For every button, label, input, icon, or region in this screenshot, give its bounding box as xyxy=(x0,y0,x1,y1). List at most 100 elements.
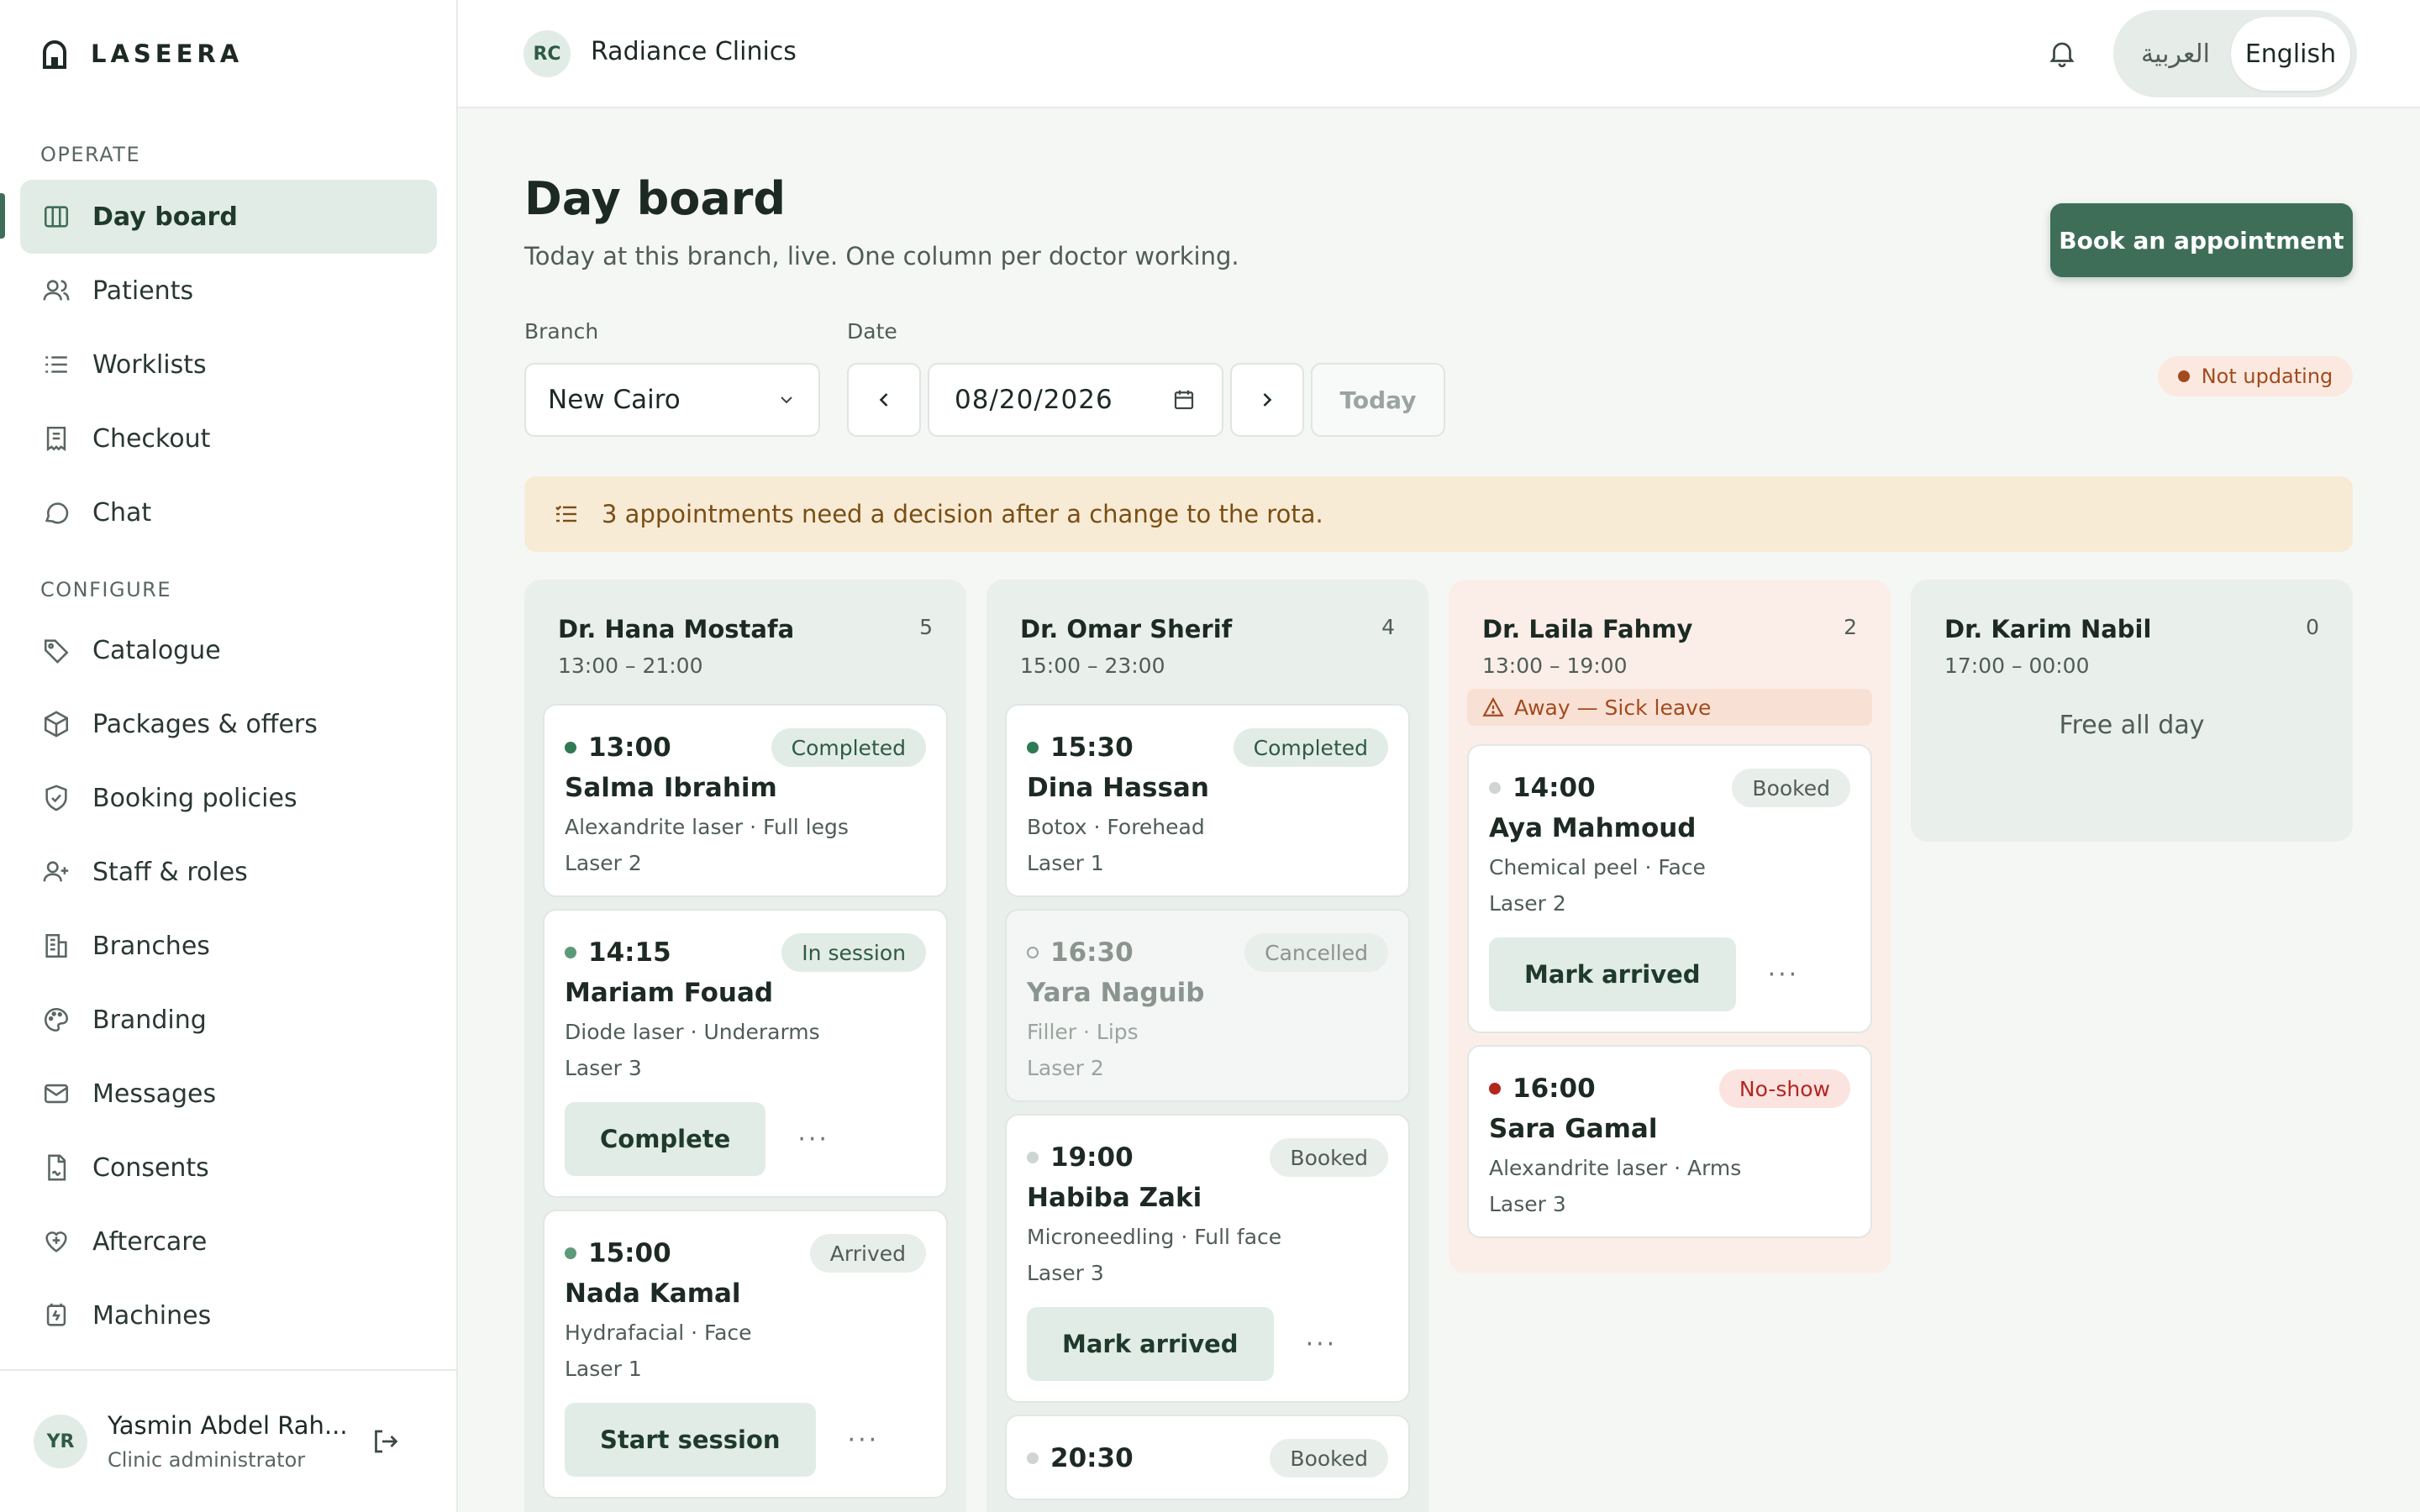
free-all-day-text: Free all day xyxy=(2059,710,2205,740)
calendar-icon[interactable] xyxy=(1171,387,1197,412)
nav-item-packages[interactable]: Packages & offers xyxy=(20,687,437,761)
doctor-column: Dr. Karim Nabil 0 17:00 – 00:00 Free all… xyxy=(1911,580,2353,842)
nav-item-worklists[interactable]: Worklists xyxy=(20,328,437,402)
book-appointment-button[interactable]: Book an appointment xyxy=(2050,203,2353,277)
patient-name: Dina Hassan xyxy=(1027,773,1209,803)
appointment-time: 15:00 xyxy=(588,1238,671,1268)
nav-item-checkout[interactable]: Checkout xyxy=(20,402,437,475)
appointment-card[interactable]: 14:00 Booked Aya Mahmoud Chemical peel ·… xyxy=(1467,744,1872,1033)
nav-label: Staff & roles xyxy=(92,857,248,887)
lang-arabic-button[interactable]: العربية xyxy=(2120,17,2231,91)
package-icon xyxy=(44,711,69,738)
complete-button[interactable]: Complete xyxy=(565,1102,766,1176)
nav-label: Catalogue xyxy=(92,635,221,665)
appointment-time: 13:00 xyxy=(588,732,671,763)
receipt-icon xyxy=(46,426,66,452)
heart-care-icon xyxy=(45,1231,67,1252)
procedure: Chemical peel · Face xyxy=(1489,855,1706,879)
previous-day-button[interactable] xyxy=(847,363,921,437)
appointment-card[interactable]: 16:30 Cancelled Yara Naguib Filler · Lip… xyxy=(1005,909,1410,1102)
nav-item-catalogue[interactable]: Catalogue xyxy=(20,613,437,687)
doctor-header: Dr. Laila Fahmy 2 13:00 – 19:00 xyxy=(1467,580,1872,704)
appointment-card[interactable]: 14:15 In session Mariam Fouad Diode lase… xyxy=(543,909,948,1198)
room: Laser 2 xyxy=(565,851,642,875)
logout-icon[interactable] xyxy=(370,1426,400,1457)
app-logo[interactable]: LASEERA xyxy=(40,37,243,71)
status-badge: Booked xyxy=(1270,1439,1388,1478)
doctor-header: Dr. Hana Mostafa 5 13:00 – 21:00 xyxy=(543,580,948,704)
user-plus-icon xyxy=(43,861,69,882)
nav-item-aftercare[interactable]: Aftercare xyxy=(20,1205,437,1278)
users-icon xyxy=(43,280,70,301)
logo-text: LASEERA xyxy=(91,39,244,68)
start-session-button[interactable]: Start session xyxy=(565,1403,816,1477)
chat-icon xyxy=(45,502,69,524)
nav-item-chat[interactable]: Chat xyxy=(20,475,437,549)
procedure: Alexandrite laser · Arms xyxy=(1489,1156,1742,1180)
more-options-icon[interactable]: ··· xyxy=(1768,960,1800,990)
nav-label: Branding xyxy=(92,1005,207,1035)
status-dot xyxy=(1027,742,1039,753)
appointment-card[interactable]: 19:00 Booked Habiba Zaki Microneedling ·… xyxy=(1005,1114,1410,1403)
appointment-card[interactable]: 13:00 Completed Salma Ibrahim Alexandrit… xyxy=(543,704,948,897)
room: Laser 1 xyxy=(1027,851,1104,875)
nav-item-branches[interactable]: Branches xyxy=(20,909,437,983)
away-text: Away — Sick leave xyxy=(1514,695,1712,720)
status-badge: No-show xyxy=(1718,1069,1850,1108)
nav-item-branding[interactable]: Branding xyxy=(20,983,437,1057)
mail-icon xyxy=(44,1084,69,1104)
lang-english-button[interactable]: English xyxy=(2231,17,2350,91)
date-value: 08/20/2026 xyxy=(955,385,1113,415)
user-avatar[interactable]: YR xyxy=(34,1415,87,1468)
nav-item-messages[interactable]: Messages xyxy=(20,1057,437,1131)
status-dot xyxy=(565,742,576,753)
room: Laser 2 xyxy=(1027,1056,1104,1080)
nav-label: Booking policies xyxy=(92,783,297,813)
procedure: Filler · Lips xyxy=(1027,1020,1139,1044)
more-options-icon[interactable]: ··· xyxy=(848,1425,880,1455)
bell-icon[interactable] xyxy=(2046,37,2078,69)
more-options-icon[interactable]: ··· xyxy=(1306,1330,1338,1359)
mark-arrived-button[interactable]: Mark arrived xyxy=(1027,1307,1274,1381)
chevron-left-icon xyxy=(879,393,888,407)
nav-label: Packages & offers xyxy=(92,709,318,739)
status-dot xyxy=(1027,1152,1039,1163)
appointment-card[interactable]: 15:30 Completed Dina Hassan Botox · Fore… xyxy=(1005,704,1410,897)
next-day-button[interactable] xyxy=(1230,363,1304,437)
status-dot xyxy=(1489,782,1501,794)
rota-change-banner[interactable]: 3 appointments need a decision after a c… xyxy=(524,476,2353,552)
nav-label: Messages xyxy=(92,1079,217,1109)
appointment-card[interactable]: 20:30 Booked xyxy=(1005,1415,1410,1500)
appointment-card[interactable]: 16:00 No-show Sara Gamal Alexandrite las… xyxy=(1467,1045,1872,1238)
room: Laser 2 xyxy=(1489,891,1566,916)
nav-label: Branches xyxy=(92,931,210,961)
doctor-header: Dr. Karim Nabil 0 17:00 – 00:00 xyxy=(1929,580,2334,704)
shield-icon xyxy=(45,785,67,811)
date-input[interactable]: 08/20/2026 xyxy=(928,363,1223,437)
org-avatar[interactable]: RC xyxy=(523,30,571,77)
procedure: Alexandrite laser · Full legs xyxy=(565,815,849,839)
nav-item-staff-roles[interactable]: Staff & roles xyxy=(20,835,437,909)
patient-name: Salma Ibrahim xyxy=(565,773,777,803)
nav-label: Checkout xyxy=(92,423,211,454)
today-button[interactable]: Today xyxy=(1311,363,1445,437)
chevron-down-icon xyxy=(781,396,792,404)
list-icon xyxy=(45,356,67,373)
procedure: Botox · Forehead xyxy=(1027,815,1205,839)
branch-select[interactable]: New Cairo xyxy=(524,363,820,437)
nav-item-patients[interactable]: Patients xyxy=(20,254,437,328)
org-name[interactable]: Radiance Clinics xyxy=(591,37,797,66)
nav-item-day-board[interactable]: Day board xyxy=(20,180,437,254)
appointment-card[interactable]: 15:00 Arrived Nada Kamal Hydrafacial · F… xyxy=(543,1210,948,1499)
sidebar: LASEERA OPERATE Day board Patients Workl… xyxy=(0,0,458,1512)
user-name: Yasmin Abdel Rah... xyxy=(108,1411,348,1440)
status-dot xyxy=(1027,947,1039,958)
nav-item-consents[interactable]: Consents xyxy=(20,1131,437,1205)
doctor-hours: 13:00 – 19:00 xyxy=(1482,654,1628,678)
room: Laser 3 xyxy=(1489,1192,1566,1216)
nav-item-booking-policies[interactable]: Booking policies xyxy=(20,761,437,835)
more-options-icon[interactable]: ··· xyxy=(797,1125,829,1154)
nav-item-machines[interactable]: Machines xyxy=(20,1278,437,1352)
mark-arrived-button[interactable]: Mark arrived xyxy=(1489,937,1736,1011)
status-dot xyxy=(2177,370,2190,382)
